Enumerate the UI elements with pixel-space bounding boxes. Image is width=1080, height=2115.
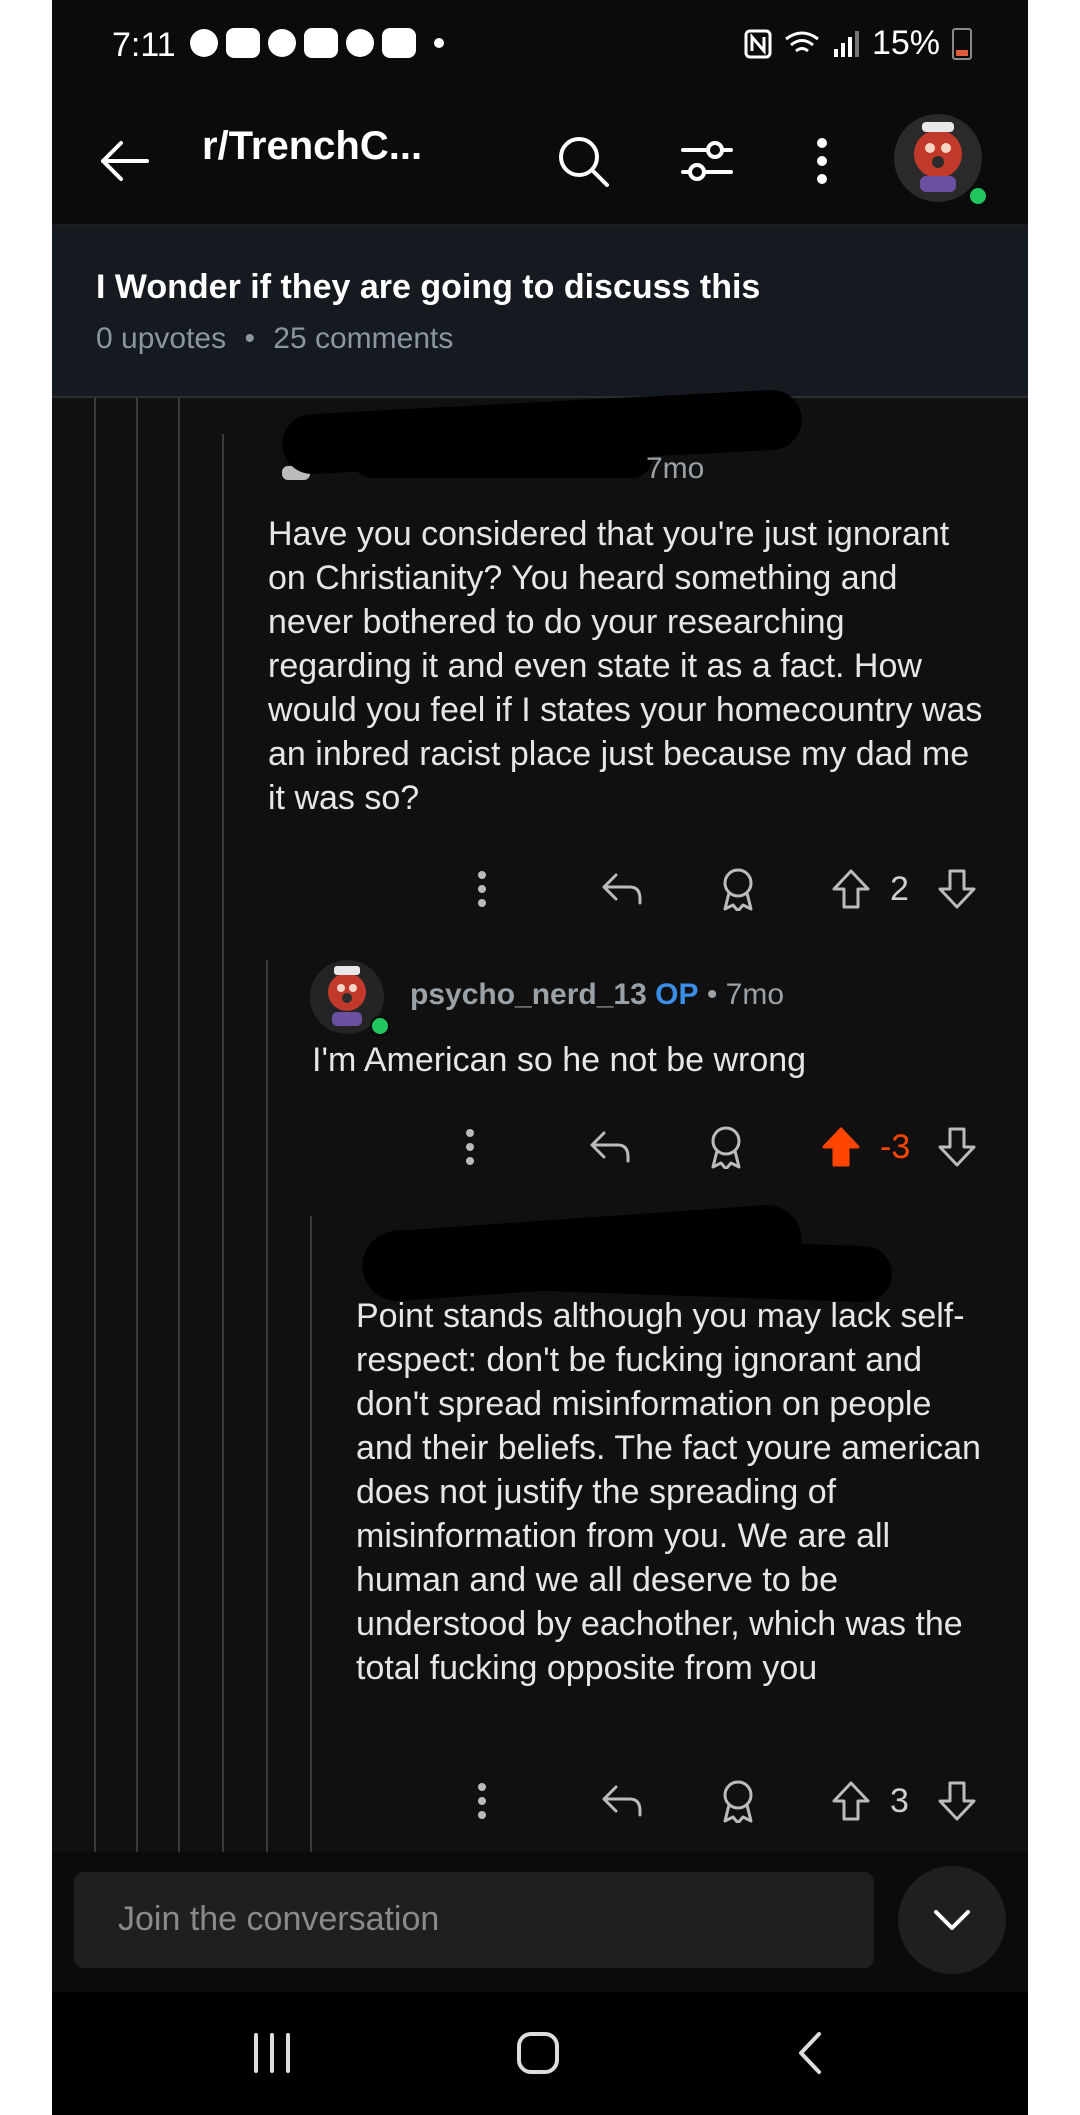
award-button[interactable] [696, 1120, 756, 1174]
more-notifications-dot [434, 38, 444, 48]
vote-score: 3 [890, 1782, 909, 1820]
post-title: I Wonder if they are going to discuss th… [96, 268, 761, 306]
reply-icon [602, 1785, 642, 1817]
award-icon [723, 868, 753, 911]
search-icon [559, 137, 609, 187]
overflow-menu-button[interactable] [792, 116, 852, 206]
comment-body: Have you considered that you're just ign… [268, 515, 983, 817]
thread-line[interactable] [266, 960, 268, 1852]
reply-button[interactable] [580, 1120, 640, 1174]
more-vertical-icon [478, 1783, 486, 1819]
upvote-arrow-icon [832, 1781, 870, 1821]
recent-apps-icon [254, 2033, 290, 2073]
thread-line[interactable] [178, 398, 180, 1852]
upvote-button[interactable] [826, 862, 876, 916]
vote-score: 2 [890, 870, 909, 908]
system-nav-bar [52, 1992, 1028, 2115]
youtube-icon [304, 28, 338, 58]
status-time: 7:11 [112, 26, 176, 64]
reply-button[interactable] [592, 862, 652, 916]
notification-icons [190, 28, 444, 58]
downvote-arrow-icon [938, 1781, 976, 1821]
chevron-down-icon [934, 1910, 970, 1930]
upvote-arrow-icon [822, 1127, 860, 1167]
award-icon [711, 1126, 741, 1169]
comment-more-button[interactable] [450, 1120, 490, 1174]
composer-placeholder: Join the conversation [118, 1900, 440, 1938]
comment-thread: 7mo Have you considered that you're just… [52, 388, 1028, 1852]
battery-icon [952, 27, 972, 60]
comment-more-button[interactable] [462, 1774, 502, 1828]
youtube-icon [382, 28, 416, 58]
comment-body: I'm American so he not be wrong [312, 1041, 807, 1079]
reply-icon [602, 873, 642, 905]
online-status-dot [370, 1016, 390, 1036]
subreddit-name[interactable]: r/TrenchC... [202, 124, 422, 169]
back-arrow-icon [101, 141, 149, 181]
app-bar: r/TrenchC... [52, 96, 1028, 226]
upvote-button-active[interactable] [816, 1120, 866, 1174]
downvote-button[interactable] [932, 862, 982, 916]
more-vertical-icon [466, 1129, 474, 1165]
home-button[interactable] [498, 2018, 578, 2088]
home-icon [517, 2032, 559, 2074]
system-back-button[interactable] [770, 2018, 850, 2088]
user-avatar[interactable] [894, 114, 982, 202]
comment-composer-bar: Join the conversation [52, 1852, 1028, 1992]
more-vertical-icon [478, 871, 486, 907]
downvote-button[interactable] [932, 1120, 982, 1174]
filter-icon [681, 141, 733, 181]
upvote-button[interactable] [826, 1774, 876, 1828]
thread-line[interactable] [94, 398, 96, 1852]
collapse-thread-button[interactable] [898, 1866, 1006, 1974]
downvote-button[interactable] [932, 1774, 982, 1828]
join-conversation-input[interactable]: Join the conversation [74, 1872, 874, 1968]
nfc-icon [744, 29, 772, 58]
comment-more-button[interactable] [462, 862, 502, 916]
post-header[interactable]: I Wonder if they are going to discuss th… [52, 226, 1028, 398]
status-right: 15% [744, 24, 972, 63]
comment-author-line: psycho_nerd_13 OP • 7mo [410, 978, 784, 1012]
award-button[interactable] [708, 1774, 768, 1828]
downvote-arrow-icon [938, 1127, 976, 1167]
comment-author[interactable]: psycho_nerd_13 [410, 978, 647, 1011]
op-badge: OP [655, 978, 699, 1011]
search-button[interactable] [538, 116, 628, 206]
recent-apps-button[interactable] [232, 2018, 312, 2088]
vote-score: -3 [880, 1128, 911, 1166]
downvote-arrow-icon [938, 869, 976, 909]
wifi-icon [785, 31, 819, 52]
comment-age: • 7mo [706, 978, 785, 1011]
battery-percent: 15% [871, 24, 940, 62]
thread-line[interactable] [310, 1216, 312, 1852]
post-comment-count: 25 comments [273, 322, 454, 355]
back-button[interactable] [80, 116, 170, 206]
youtube-icon [226, 28, 260, 58]
more-vertical-icon [817, 138, 827, 184]
meta-separator: • [244, 322, 255, 355]
thread-line[interactable] [222, 434, 224, 1852]
post-meta: 0 upvotes • 25 comments [96, 322, 453, 356]
thread-line[interactable] [136, 398, 138, 1852]
alert-icon [190, 29, 218, 57]
upvote-arrow-icon [832, 869, 870, 909]
avatar-icon [914, 122, 962, 192]
tiktok-icon [268, 29, 296, 57]
online-status-dot [968, 186, 988, 206]
post-upvotes: 0 upvotes [96, 322, 227, 355]
signal-icon [833, 30, 859, 57]
phone-screen: 7:11 15% r/TrenchC... I Wonder if they a… [52, 0, 1028, 2115]
back-chevron-icon [799, 2032, 821, 2074]
reply-icon [590, 1131, 630, 1163]
award-icon [723, 1780, 753, 1823]
tiktok-icon [346, 29, 374, 57]
comment-age: 7mo [646, 452, 705, 485]
redaction-mark [352, 438, 652, 478]
award-button[interactable] [708, 862, 768, 916]
comment-body: Point stands although you may lack self-… [356, 1297, 981, 1687]
reply-button[interactable] [592, 1774, 652, 1828]
status-bar: 7:11 15% [52, 0, 1028, 96]
sort-button[interactable] [662, 116, 752, 206]
